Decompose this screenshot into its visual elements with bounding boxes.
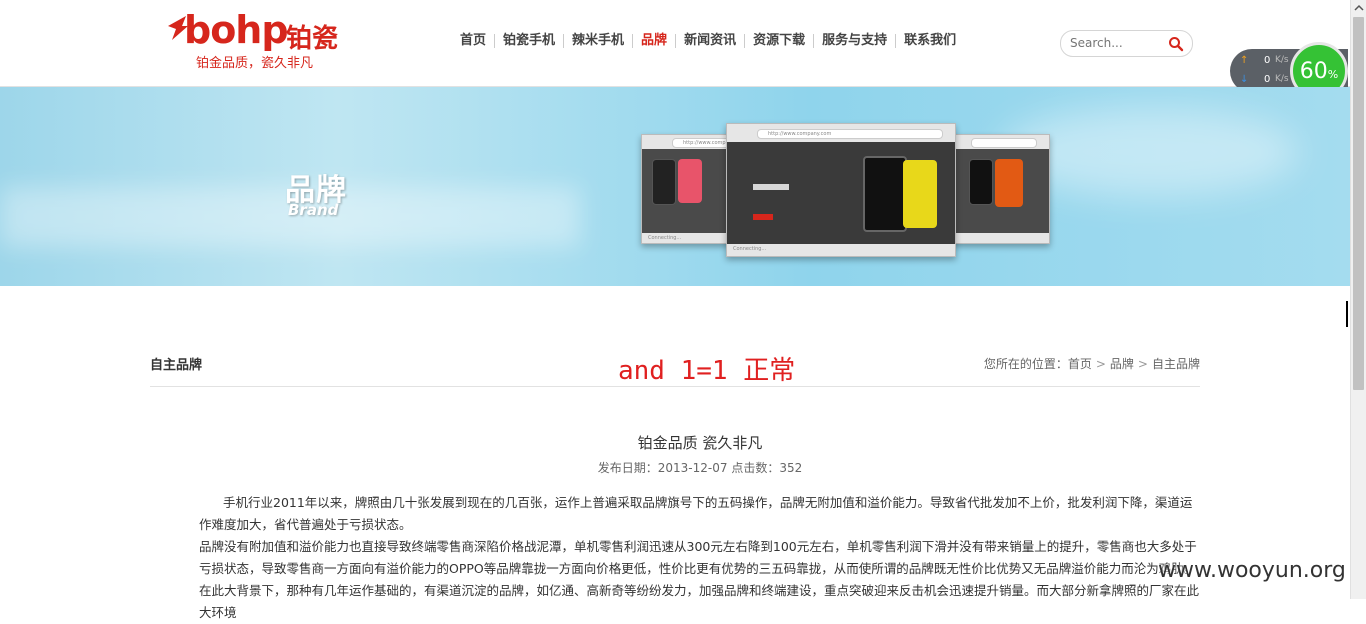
- section-title: 自主品牌: [150, 358, 203, 373]
- download-arrow-icon: ↓: [1240, 74, 1249, 85]
- nav-item-home[interactable]: 首页: [452, 34, 494, 48]
- scrollbar-thumb[interactable]: [1353, 17, 1364, 390]
- nav-item-news[interactable]: 新闻资讯: [675, 34, 744, 48]
- nav-item-bohp-phones[interactable]: 铂瓷手机: [494, 34, 563, 48]
- text-cursor: [1346, 301, 1348, 327]
- injected-annotation: and 1=1 正常: [618, 356, 796, 386]
- nav-item-contact[interactable]: 联系我们: [895, 34, 964, 48]
- nav-item-lami-phones[interactable]: 辣米手机: [563, 34, 632, 48]
- banner-window-center: http://www.company.com Connecting...: [726, 123, 956, 257]
- article-meta: 发布日期：2013-12-07 点击数：352: [597, 461, 803, 475]
- logo-wordmark: bohp: [184, 8, 289, 52]
- article-title: 铂金品质 瓷久非凡: [637, 434, 763, 452]
- search-box: [1060, 30, 1193, 57]
- vertical-scrollbar[interactable]: [1350, 0, 1366, 599]
- article-paragraph: 在此大背景下，那种有几年运作基础的，有渠道沉淀的品牌，如亿通、高新奇等纷纷发力，…: [199, 583, 1200, 620]
- nav-item-downloads[interactable]: 资源下载: [744, 34, 813, 48]
- search-icon[interactable]: [1168, 36, 1184, 52]
- article-body: 手机行业2011年以来，牌照由几十张发展到现在的几百张，运作上普遍采取品牌旗号下…: [199, 492, 1201, 624]
- nav-item-support[interactable]: 服务与支持: [813, 34, 895, 48]
- brand-banner: 品牌 Brand http://www.company.com Connecti…: [0, 87, 1350, 286]
- watermark: www.wooyun.org: [1158, 558, 1346, 583]
- nav-item-brand[interactable]: 品牌: [632, 34, 675, 48]
- logo-chinese: 铂瓷: [286, 24, 339, 54]
- banner-window-right: [940, 134, 1050, 244]
- breadcrumb: 您所在的位置：首页 > 品牌 > 自主品牌: [983, 357, 1200, 371]
- article-paragraph: 品牌没有附加值和溢价能力也直接导致终端零售商深陷价格战泥潭，单机零售利润迅速从3…: [199, 539, 1197, 576]
- site-header: bohp 铂瓷 铂金品质，瓷久非凡 首页 铂瓷手机 辣米手机 品牌 新闻资讯 资…: [0, 0, 1350, 87]
- breadcrumb-brand[interactable]: 品牌: [1110, 357, 1134, 371]
- section-divider: [150, 386, 1200, 387]
- article-paragraph: 手机行业2011年以来，牌照由几十张发展到现在的几百张，运作上普遍采取品牌旗号下…: [199, 495, 1193, 532]
- upload-arrow-icon: ↑: [1240, 55, 1249, 66]
- banner-subtitle: Brand: [288, 201, 339, 219]
- main-nav: 首页 铂瓷手机 辣米手机 品牌 新闻资讯 资源下载 服务与支持 联系我们: [452, 34, 964, 48]
- site-logo[interactable]: bohp 铂瓷 铂金品质，瓷久非凡: [166, 8, 366, 72]
- breadcrumb-home[interactable]: 首页: [1068, 357, 1092, 371]
- logo-tagline: 铂金品质，瓷久非凡: [196, 56, 314, 71]
- scroll-up-icon[interactable]: [1351, 0, 1366, 16]
- search-input[interactable]: [1070, 36, 1160, 50]
- breadcrumb-own-brand[interactable]: 自主品牌: [1152, 357, 1200, 371]
